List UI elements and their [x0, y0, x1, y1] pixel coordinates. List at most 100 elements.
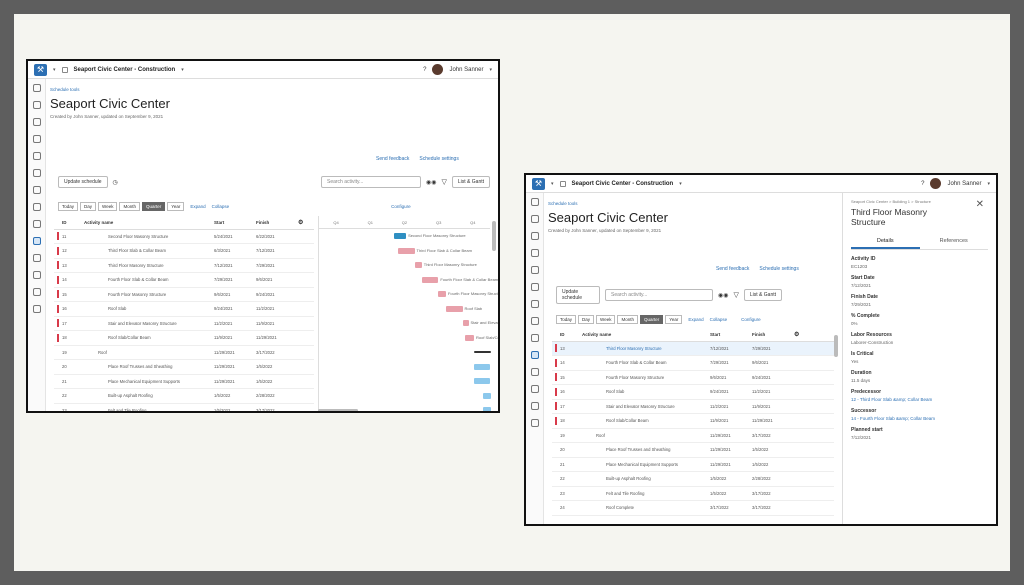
reports-icon[interactable] — [530, 385, 539, 393]
col-finish[interactable]: Finish — [256, 216, 298, 230]
vertical-scrollbar[interactable] — [492, 221, 496, 251]
zoom-quarter[interactable]: Quarter — [639, 315, 664, 324]
assets-icon[interactable] — [530, 317, 539, 325]
user-name[interactable]: John Sanner — [449, 67, 483, 73]
configure-link[interactable]: Configure — [741, 317, 761, 322]
chevron-down-icon[interactable]: ▾ — [53, 67, 56, 73]
table-row[interactable]: 21 Place Mechanical Equipment Supports 11/… — [552, 457, 834, 472]
avatar[interactable] — [930, 178, 942, 189]
settings-icon[interactable] — [32, 305, 41, 313]
table-row[interactable]: 11 Second Floor Masonry Structure 5/24/202… — [54, 229, 314, 244]
today-button[interactable]: Today — [556, 315, 577, 324]
issues-icon[interactable] — [530, 249, 539, 257]
collapse-link[interactable]: Collapse — [710, 317, 728, 322]
schedule-settings-link[interactable]: Schedule settings — [759, 266, 798, 272]
cell-activity-name[interactable]: Place Roof Trusses and Sheathing — [582, 442, 710, 458]
sheets-icon[interactable] — [32, 101, 41, 109]
cell-activity-name[interactable]: Third Floor Masonry Structure — [84, 258, 214, 273]
gantt-bar[interactable] — [473, 378, 490, 384]
close-icon[interactable]: ✕ — [976, 199, 984, 210]
tab-references[interactable]: References — [920, 235, 989, 249]
field-value[interactable]: 14 - Fourth Floor Slab &amp; Collar Beam — [851, 416, 988, 421]
cell-activity-name[interactable]: Roof Slab/Collar Beam — [84, 330, 214, 346]
today-button[interactable]: Today — [58, 202, 79, 211]
meetings-icon[interactable] — [32, 186, 41, 194]
meetings-icon[interactable] — [530, 300, 539, 308]
zoom-month[interactable]: Month — [119, 202, 140, 211]
schedule-settings-link[interactable]: Schedule settings — [419, 156, 458, 162]
cell-activity-name[interactable]: Fourth Floor Masonry Structure — [582, 370, 710, 385]
bridge-icon[interactable] — [530, 368, 539, 376]
cell-activity-name[interactable]: Felt and Tile Roofing — [582, 486, 710, 501]
horizontal-scrollbar[interactable] — [318, 409, 358, 411]
cell-activity-name[interactable]: Roof Slab — [84, 301, 214, 317]
gantt-bar[interactable] — [398, 247, 415, 254]
cell-activity-name[interactable]: Place Mechanical Equipment Supports — [582, 457, 710, 472]
avatar[interactable] — [432, 64, 444, 75]
table-row[interactable]: 15 Fourth Floor Masonry Structure 9/6/2021… — [552, 370, 834, 385]
col-id[interactable]: ID — [560, 328, 582, 342]
col-id[interactable]: ID — [62, 216, 84, 230]
gantt-bar[interactable] — [462, 320, 469, 326]
table-row[interactable]: 16 Roof Slab 9/24/2021 11/2/2021 — [54, 301, 314, 317]
gantt-bar[interactable] — [393, 233, 407, 239]
table-row[interactable]: 20 Place Roof Trusses and Sheathing 11/29/… — [54, 359, 314, 375]
schedule-icon[interactable] — [32, 237, 41, 245]
gantt-bar[interactable] — [483, 392, 491, 399]
chevron-down-icon[interactable]: ▾ — [679, 181, 682, 187]
table-row[interactable]: 17 Stair and Elevator Masonry Structure 11… — [552, 399, 834, 414]
members-icon[interactable] — [32, 288, 41, 296]
table-row[interactable]: 23 Felt and Tile Roofing 1/5/2022 3/17/2022 — [552, 486, 834, 501]
cell-activity-name[interactable]: Roof — [582, 428, 710, 443]
zoom-day[interactable]: Day — [578, 315, 595, 324]
members-icon[interactable] — [530, 402, 539, 410]
help-icon[interactable]: ? — [423, 67, 426, 73]
cell-activity-name[interactable]: Built-up Asphalt Roofing — [582, 471, 710, 487]
gantt-bar[interactable] — [421, 276, 439, 283]
gantt-bar[interactable] — [473, 351, 491, 353]
table-row[interactable]: 18 Roof Slab/Collar Beam 11/9/2021 11/29/20… — [552, 413, 834, 429]
view-mode-select[interactable]: List & Gantt — [743, 289, 782, 301]
cell-activity-name[interactable]: Fourth Floor Slab & Collar Beam — [84, 272, 214, 288]
chevron-down-icon[interactable]: ▾ — [489, 67, 492, 73]
cell-activity-name[interactable]: Third Floor Masonry Structure — [582, 341, 710, 356]
col-start[interactable]: Start — [214, 216, 256, 230]
table-row[interactable]: 23 Felt and Tile Roofing 1/5/2022 3/17/2022 — [54, 403, 314, 411]
table-row[interactable]: 18 Roof Slab/Collar Beam 11/9/2021 11/29/20… — [54, 330, 314, 346]
table-row[interactable]: 24 Roof Complete 3/17/2022 3/17/2022 — [552, 500, 834, 516]
history-icon[interactable]: ◷ — [113, 179, 118, 186]
chevron-down-icon[interactable]: ▾ — [551, 181, 554, 187]
cell-activity-name[interactable]: Felt and Tile Roofing — [84, 403, 214, 411]
cell-activity-name[interactable]: Roof Slab/Collar Beam — [582, 413, 710, 429]
vertical-scrollbar[interactable] — [834, 335, 838, 357]
table-row[interactable]: 21 Place Mechanical Equipment Supports 11/… — [54, 374, 314, 389]
photos-icon[interactable] — [32, 169, 41, 177]
table-row[interactable]: 13 Third Floor Masonry Structure 7/12/2021… — [54, 258, 314, 273]
table-row[interactable]: 12 Third Floor Slab & Collar Beam 6/3/2021… — [54, 243, 314, 259]
table-row[interactable]: 16 Roof Slab 9/24/2021 11/2/2021 — [552, 384, 834, 400]
send-feedback-link[interactable]: Send feedback — [716, 266, 749, 272]
cell-activity-name[interactable]: Stair and Elevator Masonry Structure — [582, 399, 710, 414]
gantt-bar[interactable] — [438, 291, 446, 297]
collapse-link[interactable]: Collapse — [212, 204, 230, 209]
gear-icon[interactable]: ⚙ — [794, 328, 834, 342]
sheets-icon[interactable] — [530, 215, 539, 223]
col-name[interactable]: Activity name — [84, 216, 214, 230]
project-name[interactable]: Seaport Civic Center - Construction — [572, 181, 674, 187]
cell-activity-name[interactable]: Stair and Elevator Masonry Structure — [84, 316, 214, 331]
zoom-month[interactable]: Month — [617, 315, 638, 324]
files-icon[interactable] — [32, 118, 41, 126]
cell-activity-name[interactable]: Built-up Asphalt Roofing — [84, 388, 214, 404]
cost-icon[interactable] — [530, 334, 539, 342]
search-input[interactable]: Search activity... — [321, 176, 421, 188]
table-row[interactable]: 13 Third Floor Masonry Structure 7/12/2021… — [552, 341, 834, 356]
chevron-down-icon[interactable]: ▾ — [987, 181, 990, 187]
table-row[interactable]: 19 Roof 11/29/2021 3/17/2022 — [552, 428, 834, 443]
zoom-quarter[interactable]: Quarter — [141, 202, 166, 211]
col-start[interactable]: Start — [710, 328, 752, 342]
assets-icon[interactable] — [32, 203, 41, 211]
table-row[interactable]: 14 Fourth Floor Slab & Collar Beam 7/29/20… — [54, 272, 314, 288]
cost-icon[interactable] — [32, 220, 41, 228]
filter-icon[interactable]: ▽ — [441, 178, 446, 186]
gantt-bar[interactable] — [483, 407, 491, 411]
